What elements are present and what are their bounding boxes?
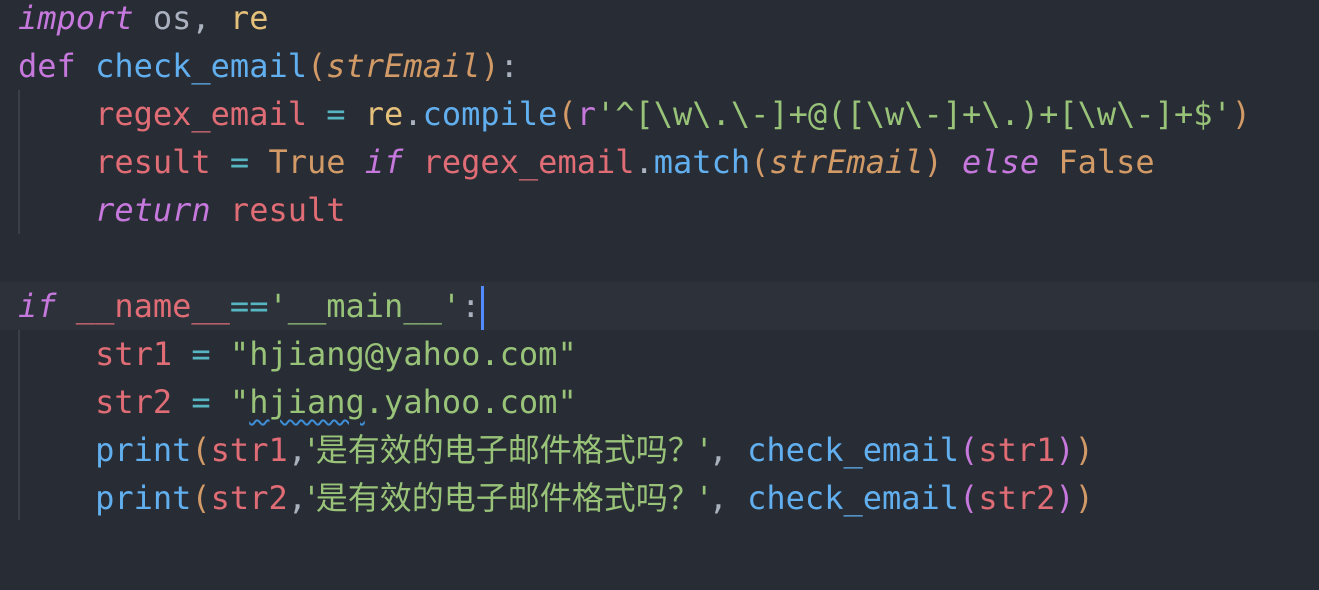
code-token: import <box>18 0 134 37</box>
code-token: os <box>133 0 192 37</box>
code-token: result <box>210 191 346 229</box>
code-token: : <box>461 287 481 325</box>
code-line[interactable]: result = True if regex_email.match(strEm… <box>0 138 1319 186</box>
code-token: ) <box>1074 431 1094 469</box>
code-token: check_email <box>75 47 307 85</box>
code-line[interactable]: regex_email = re.compile(r'^[\w\.\-]+@([… <box>0 90 1319 138</box>
code-line[interactable]: import os, re <box>0 0 1319 42</box>
code-token: ) <box>1231 95 1251 133</box>
code-token: regex_email <box>18 95 307 133</box>
code-line-content: return result <box>18 186 346 234</box>
code-token: . <box>634 143 654 181</box>
code-token: match <box>653 143 751 181</box>
code-token: ) <box>923 143 943 181</box>
code-line[interactable] <box>0 234 1319 282</box>
code-token: regex_email <box>403 143 635 181</box>
code-token: ( <box>959 479 979 517</box>
code-token: check_email <box>747 431 960 469</box>
code-token: ( <box>557 95 577 133</box>
code-token: print <box>18 431 192 469</box>
code-line-content: def check_email(strEmail): <box>18 42 519 90</box>
code-token: strEmail <box>769 143 924 181</box>
code-line[interactable]: str1 = "hjiang@yahoo.com" <box>0 330 1319 378</box>
code-line[interactable]: if __name__=='__main__': <box>0 282 1319 330</box>
code-token: : <box>499 47 519 85</box>
code-line[interactable]: str2 = "hjiang.yahoo.com" <box>0 378 1319 426</box>
code-token: , <box>287 479 307 517</box>
code-token: ) <box>1055 431 1075 469</box>
code-token: r <box>576 95 596 133</box>
code-token: ) <box>480 47 500 85</box>
code-token: str1 <box>978 431 1056 469</box>
code-token: ( <box>959 431 979 469</box>
code-token: " <box>229 383 250 421</box>
code-line[interactable]: def check_email(strEmail): <box>0 42 1319 90</box>
code-token: check_email <box>747 479 960 517</box>
code-token: str2 <box>210 479 288 517</box>
code-token: .yahoo.com" <box>364 383 577 421</box>
code-token: = <box>210 143 269 181</box>
code-line-content: print(str1,'是有效的电子邮件格式吗？', check_email(s… <box>18 426 1094 474</box>
code-line-content: result = True if regex_email.match(strEm… <box>18 138 1155 186</box>
text-cursor <box>481 286 485 330</box>
code-line-content: import os, re <box>18 0 268 42</box>
code-token: def <box>18 47 76 85</box>
code-line-content: if __name__=='__main__': <box>18 282 485 330</box>
code-token: str2 <box>978 479 1056 517</box>
code-token: ( <box>750 143 770 181</box>
code-token: '^[\w\.\-]+@([\w\-]+\.)+[\w\-]+$' <box>595 95 1232 133</box>
code-token: re <box>210 0 269 37</box>
code-line-content: str1 = "hjiang@yahoo.com" <box>18 330 577 378</box>
code-token: str2 <box>18 383 173 421</box>
code-token: hjiang <box>249 383 365 421</box>
code-token: "hjiang@yahoo.com" <box>229 335 577 373</box>
code-token: '是有效的电子邮件格式吗？' <box>306 479 709 517</box>
code-token: result <box>18 143 211 181</box>
code-token: compile <box>422 95 558 133</box>
code-token: '__main__' <box>268 287 462 325</box>
code-token: == <box>229 287 269 325</box>
code-token: ( <box>306 47 327 85</box>
code-token: False <box>1039 143 1155 181</box>
code-token: '是有效的电子邮件格式吗？' <box>306 431 709 469</box>
code-token: ) <box>1055 479 1075 517</box>
code-token: ( <box>191 479 211 517</box>
code-token: = <box>172 335 230 373</box>
code-token: , <box>191 0 211 37</box>
code-token: __name__ <box>56 287 230 325</box>
code-line[interactable]: print(str1,'是有效的电子邮件格式吗？', check_email(s… <box>0 426 1319 474</box>
code-token: ( <box>191 431 211 469</box>
code-line-content: print(str2,'是有效的电子邮件格式吗？', check_email(s… <box>18 474 1094 522</box>
code-line-content: regex_email = re.compile(r'^[\w\.\-]+@([… <box>18 90 1251 138</box>
code-editor[interactable]: import os, re def check_email(strEmail): … <box>0 0 1319 590</box>
code-token: True <box>268 143 346 181</box>
code-token: strEmail <box>326 47 481 85</box>
code-token: if <box>18 287 57 325</box>
code-token: , <box>708 479 748 517</box>
code-token: = <box>172 383 230 421</box>
code-token: str1 <box>210 431 288 469</box>
code-token: if <box>345 143 404 181</box>
code-token: , <box>287 431 307 469</box>
code-token: str1 <box>18 335 173 373</box>
code-token: ) <box>1074 479 1094 517</box>
code-line[interactable]: print(str2,'是有效的电子邮件格式吗？', check_email(s… <box>0 474 1319 522</box>
code-token: = <box>306 95 365 133</box>
code-token: print <box>18 479 192 517</box>
code-token: . <box>403 95 423 133</box>
code-token: return <box>18 191 211 229</box>
code-line[interactable]: return result <box>0 186 1319 234</box>
code-token: else <box>942 143 1040 181</box>
code-line-content: str2 = "hjiang.yahoo.com" <box>18 378 577 426</box>
code-token: re <box>364 95 404 133</box>
code-token: , <box>708 431 748 469</box>
